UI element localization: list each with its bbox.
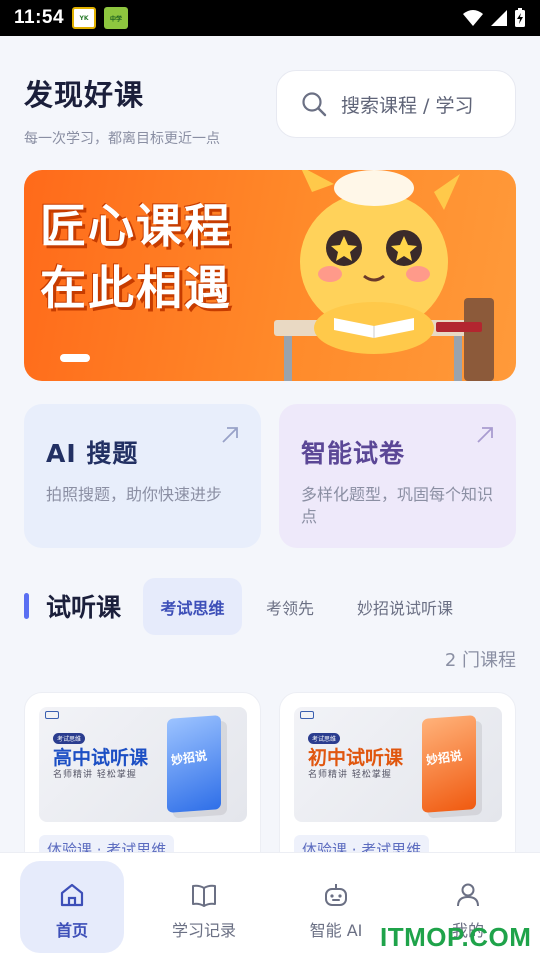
page-title: 发现好课 [24,78,145,112]
section-title: 试听课 [46,593,122,622]
feature-description: 多样化题型，巩固每个知识点 [301,485,494,526]
thumbnail-subtitle: 名师精讲 轻松掌握 [53,770,137,780]
status-time: 11:54 [14,7,65,28]
brand-logo [300,711,314,719]
banner-headline-1: 匠心课程 [40,199,232,253]
tab-exam-thinking[interactable]: 考试思维 [143,578,242,635]
notification-app-icon: YK [72,7,97,29]
search-placeholder: 搜索课程 / 学习 [341,94,474,117]
brand-logo [45,711,59,719]
thumbnail-subtitle: 名师精讲 轻松掌握 [308,770,392,780]
notification-app-icon: 中学 [104,7,129,29]
carousel-indicator [60,354,90,362]
home-icon [60,883,84,907]
status-bar: 11:54 YK 中学 [0,0,540,36]
nav-smart-ai[interactable]: 智能 AI [284,861,388,953]
thumbnail-title: 初中试听课 [308,747,404,769]
smart-paper-card[interactable]: 智能试卷 多样化题型，巩固每个知识点 [279,404,516,548]
dragon-mascot-illustration [274,170,494,381]
user-icon [457,883,479,907]
search-input[interactable]: 搜索课程 / 学习 [276,70,516,138]
promo-banner[interactable]: 匠心课程 在此相遇 [24,170,516,381]
nav-home[interactable]: 首页 [20,861,124,953]
search-icon [302,92,327,117]
course-thumbnail: 考试思维 初中试听课 名师精讲 轻松掌握 妙招说 [294,707,502,822]
nav-label: 智能 AI [309,921,363,940]
status-icons [462,8,526,28]
nav-study-records[interactable]: 学习记录 [152,861,256,953]
nav-label: 学习记录 [171,921,236,940]
page-header: 发现好课 每一次学习，都离目标更近一点 [24,72,220,148]
banner-headline-2: 在此相遇 [40,261,232,315]
battery-icon [515,8,525,27]
site-watermark: ITMOP.COM [380,922,532,952]
tab-kaolingxian[interactable]: 考领先 [250,578,330,635]
section-accent-bar [24,593,29,619]
arrow-up-right-icon [222,427,238,443]
page-subtitle: 每一次学习，都离目标更近一点 [24,131,220,147]
nav-label: 首页 [55,921,88,940]
course-count: 2 门课程 [444,650,516,671]
tab-miaozhaoshuo[interactable]: 妙招说试听课 [340,578,470,635]
robot-icon [325,884,347,906]
thumbnail-title: 高中试听课 [53,747,149,769]
book-icon [192,884,216,907]
arrow-up-right-icon [477,427,493,443]
feature-description: 拍照搜题，助你快速进步 [46,485,223,504]
feature-title: AI 搜题 [46,439,139,468]
signal-icon [491,10,507,26]
wifi-icon [463,10,483,26]
course-thumbnail: 考试思维 高中试听课 名师精讲 轻松掌握 妙招说 [39,707,247,822]
feature-title: 智能试卷 [301,439,406,468]
ai-search-card[interactable]: AI 搜题 拍照搜题，助你快速进步 [24,404,261,548]
